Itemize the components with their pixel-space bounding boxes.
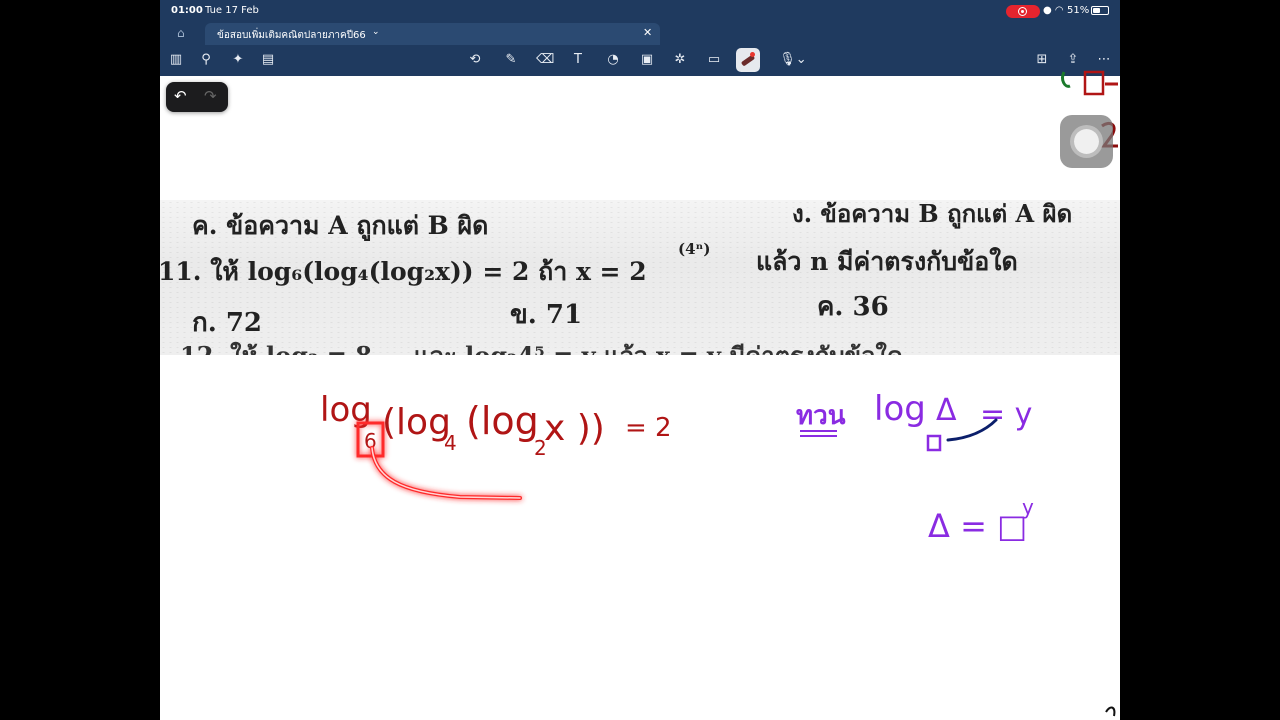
hw-log2: (log: [466, 399, 539, 443]
hw-partial-green: [1061, 71, 1071, 88]
hw-log4: (log: [382, 402, 451, 443]
laser-trail-core: [371, 447, 521, 499]
hw-triangle: Δ: [936, 393, 957, 428]
hw-base-square: [926, 434, 942, 452]
ipad-screen: 01:00 Tue 17 Feb ● ◠ 51% ⌂ ข้อสอบเพิ่มเต…: [160, 0, 1120, 720]
hw-partial-red-box: [1083, 70, 1105, 96]
hw-partial-bottom: [1105, 706, 1116, 717]
hw-exponent-y: y: [1022, 495, 1034, 519]
hw-base4: 4: [444, 431, 457, 455]
hw-triangle-eq-square: Δ = □: [928, 507, 1027, 545]
ink-layer: log 6 (log 4 (log 2 x )) = 2 ทวน log Δ =…: [320, 70, 1118, 717]
laser-trail: [370, 446, 522, 500]
hw-equals-2: = 2: [625, 413, 672, 443]
assistive-touch-button[interactable]: [1060, 115, 1113, 168]
hw-review-label: ทวน: [796, 401, 846, 431]
hw-log-review: log: [874, 389, 926, 429]
hw-x: x )): [544, 408, 605, 449]
